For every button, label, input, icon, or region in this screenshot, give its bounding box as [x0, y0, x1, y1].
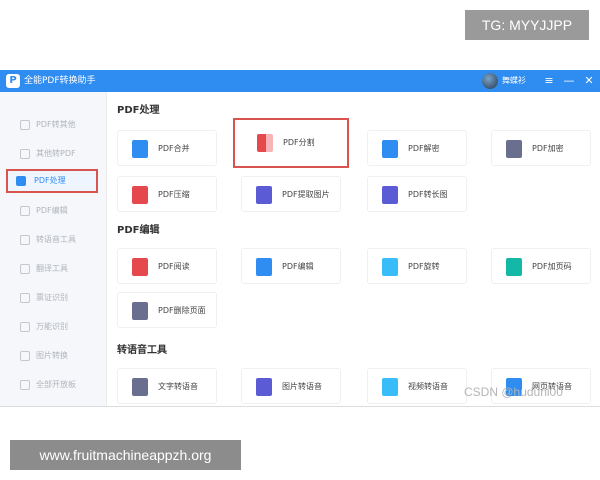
sidebar-item-label: 翻译工具 [36, 264, 68, 273]
translate-icon [20, 264, 30, 274]
section-title-pdf-processing: PDF处理 [117, 105, 160, 116]
document-icon [16, 176, 26, 186]
username[interactable]: 舞蝶衫 [502, 75, 526, 87]
video-to-speech-icon [382, 378, 398, 396]
tool-label: PDF解密 [408, 144, 440, 153]
minimize-icon[interactable]: — [560, 70, 578, 92]
tool-video-to-speech[interactable]: 视频转语音 [367, 368, 467, 404]
close-icon[interactable]: ✕ [580, 70, 598, 92]
tool-label: PDF转长图 [408, 190, 448, 199]
sidebar-item-ticket-ocr[interactable]: 票证识别 [10, 287, 98, 309]
split-icon [257, 134, 273, 152]
section-title-pdf-edit: PDF编辑 [117, 225, 160, 236]
tool-label: 图片转语音 [282, 382, 322, 391]
unlock-icon [382, 140, 398, 158]
csdn-watermark: CSDN @huduni00 [464, 385, 563, 399]
merge-icon [132, 140, 148, 158]
sidebar-item-label: 其他转PDF [36, 149, 76, 158]
convert-icon [20, 120, 30, 130]
tool-pdf-split[interactable]: PDF分割 [233, 118, 349, 168]
tool-label: PDF编辑 [282, 262, 314, 271]
long-image-icon [382, 186, 398, 204]
sidebar-item-label: 图片转换 [36, 351, 68, 360]
tool-pdf-extract-images[interactable]: PDF提取图片 [241, 176, 341, 212]
sidebar-item-label: PDF转其他 [36, 120, 76, 129]
tool-label: PDF提取图片 [282, 190, 330, 199]
tool-pdf-rotate[interactable]: PDF旋转 [367, 248, 467, 284]
sidebar-item-label: 全部开放板 [36, 380, 76, 389]
ticket-icon [20, 293, 30, 303]
tool-pdf-edit[interactable]: PDF编辑 [241, 248, 341, 284]
url-overlay: www.fruitmachineappzh.org [10, 440, 241, 470]
sidebar-item-translate[interactable]: 翻译工具 [10, 258, 98, 280]
image-to-speech-icon [256, 378, 272, 396]
scan-icon [20, 322, 30, 332]
text-to-speech-icon [132, 378, 148, 396]
main-content: PDF处理 PDF合并 PDF分割 PDF解密 PDF加密 PDF压缩 PDF提… [107, 92, 600, 406]
tool-label: PDF压缩 [158, 190, 190, 199]
tool-label: PDF删除页面 [158, 306, 206, 315]
tool-label: PDF阅读 [158, 262, 190, 271]
sidebar-item-universal-ocr[interactable]: 万能识别 [10, 316, 98, 338]
sidebar-item-image-convert[interactable]: 图片转换 [10, 345, 98, 367]
tool-pdf-merge[interactable]: PDF合并 [117, 130, 217, 166]
tool-pdf-delete-pages[interactable]: PDF删除页面 [117, 292, 217, 328]
sidebar-item-all-tools[interactable]: 全部开放板 [10, 374, 98, 396]
tool-label: PDF加密 [532, 144, 564, 153]
edit-icon [20, 206, 30, 216]
sidebar-item-pdf-processing[interactable]: PDF处理 [6, 169, 98, 193]
app-logo-icon: P [6, 74, 20, 88]
convert-icon [20, 149, 30, 159]
sidebar-item-pdf-edit[interactable]: PDF编辑 [10, 200, 98, 222]
sidebar-item-speech-tools[interactable]: 转语音工具 [10, 229, 98, 251]
title-bar: P 全能PDF转换助手 舞蝶衫 ≡ — ✕ [0, 70, 600, 92]
delete-page-icon [132, 302, 148, 320]
sidebar-item-label: PDF编辑 [36, 206, 68, 215]
sidebar-item-label: 转语音工具 [36, 235, 76, 244]
app-title: 全能PDF转换助手 [24, 76, 96, 86]
edit-icon [256, 258, 272, 276]
tool-pdf-encrypt[interactable]: PDF加密 [491, 130, 591, 166]
image-icon [20, 351, 30, 361]
tool-pdf-to-long-image[interactable]: PDF转长图 [367, 176, 467, 212]
tool-pdf-read[interactable]: PDF阅读 [117, 248, 217, 284]
avatar[interactable] [482, 73, 498, 89]
app-window: P 全能PDF转换助手 舞蝶衫 ≡ — ✕ PDF转其他 其他转PDF PDF处… [0, 70, 600, 407]
lock-icon [506, 140, 522, 158]
sidebar-item-label: PDF处理 [34, 176, 66, 185]
compress-icon [132, 186, 148, 204]
menu-icon[interactable]: ≡ [540, 70, 558, 92]
speech-icon [20, 235, 30, 245]
sidebar-item-label: 万能识别 [36, 322, 68, 331]
tg-tag-overlay: TG: MYYJJPP [465, 10, 589, 40]
tool-image-to-speech[interactable]: 图片转语音 [241, 368, 341, 404]
sidebar-item-pdf-to-other[interactable]: PDF转其他 [10, 114, 98, 136]
image-extract-icon [256, 186, 272, 204]
grid-icon [20, 380, 30, 390]
book-icon [132, 258, 148, 276]
tool-label: PDF分割 [283, 138, 315, 147]
tool-pdf-compress[interactable]: PDF压缩 [117, 176, 217, 212]
tool-text-to-speech[interactable]: 文字转语音 [117, 368, 217, 404]
tool-label: PDF加页码 [532, 262, 572, 271]
rotate-icon [382, 258, 398, 276]
tool-label: 文字转语音 [158, 382, 198, 391]
tool-pdf-decrypt[interactable]: PDF解密 [367, 130, 467, 166]
section-title-speech-tools: 转语音工具 [117, 345, 167, 356]
sidebar-item-other-to-pdf[interactable]: 其他转PDF [10, 143, 98, 165]
tool-label: 视频转语音 [408, 382, 448, 391]
sidebar: PDF转其他 其他转PDF PDF处理 PDF编辑 转语音工具 翻译工具 票证识… [0, 92, 107, 406]
tool-label: PDF旋转 [408, 262, 440, 271]
sidebar-item-label: 票证识别 [36, 293, 68, 302]
add-page-number-icon [506, 258, 522, 276]
tool-pdf-add-page-number[interactable]: PDF加页码 [491, 248, 591, 284]
tool-label: PDF合并 [158, 144, 190, 153]
